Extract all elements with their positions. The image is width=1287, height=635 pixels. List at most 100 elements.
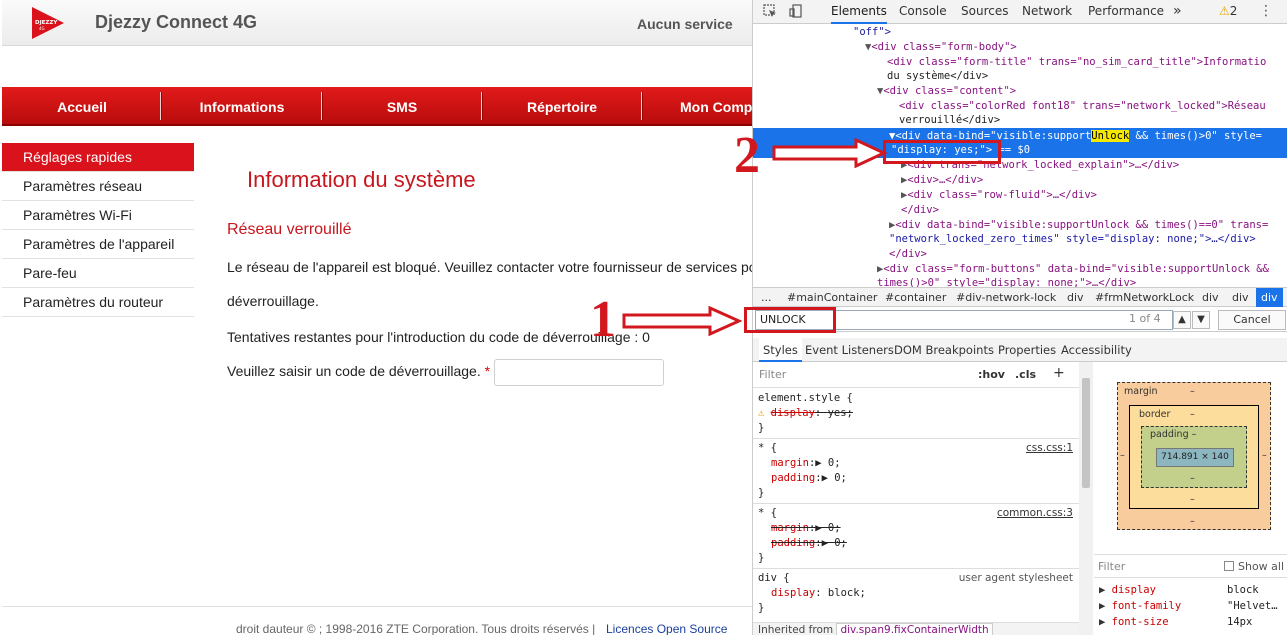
service-status: Aucun service [637, 16, 733, 32]
dom-line[interactable]: </div> [889, 247, 927, 262]
sidebar-subtabs: Styles Event Listeners DOM Breakpoints P… [753, 338, 1287, 362]
devtools-tabbar: Elements Console Sources Network Perform… [753, 0, 1287, 24]
dom-line[interactable]: <div class="colorRed font18" trans="netw… [899, 99, 1266, 114]
sidebar-item-parametres-wifi[interactable]: Paramètres Wi-Fi [2, 201, 194, 230]
nav-accueil[interactable]: Accueil [2, 87, 162, 126]
sidebar-item-pare-feu[interactable]: Pare-feu [2, 259, 194, 288]
unlock-code-input[interactable] [494, 359, 664, 386]
tab-performance[interactable]: Performance [1088, 0, 1164, 24]
rule-close: } [758, 422, 765, 434]
breadcrumb-item[interactable]: ... [761, 288, 772, 307]
unlock-code-label-text: Veuillez saisir un code de déverrouillag… [227, 363, 481, 379]
styles-scrollbar[interactable] [1079, 362, 1093, 635]
border-top-value: – [1190, 409, 1195, 420]
inherited-class-link[interactable]: div.span9.fixContainerWidth [836, 623, 993, 635]
dom-line[interactable]: <div class="form-title" trans="no_sim_ca… [887, 55, 1266, 70]
dom-line: "off"> [853, 26, 891, 38]
app-title: Djezzy Connect 4G [95, 12, 258, 32]
class-toggle[interactable]: .cls [1015, 368, 1036, 381]
annotation-arrow-2 [772, 138, 888, 168]
search-prev-button[interactable]: ▲ [1173, 311, 1191, 329]
breadcrumb-item-current[interactable]: div [1256, 288, 1283, 307]
rule-declaration[interactable]: display: block; [771, 586, 866, 601]
new-rule-button[interactable]: + [1053, 365, 1065, 381]
device-toolbar-icon[interactable] [789, 4, 803, 18]
subtab-styles[interactable]: Styles [759, 338, 802, 362]
dom-line[interactable]: </div> [901, 203, 939, 218]
page-title: Information du système [247, 167, 476, 192]
breadcrumb-item[interactable]: #div-network-lock [956, 288, 1056, 307]
rule-declaration[interactable]: padding:▶ 0; [771, 471, 847, 486]
show-all-checkbox[interactable]: Show all [1224, 560, 1284, 573]
tab-elements[interactable]: Elements [831, 0, 887, 24]
breadcrumb-item[interactable]: #frmNetworkLock [1095, 288, 1194, 307]
padding-bottom-value: – [1190, 473, 1195, 484]
rule-declaration[interactable]: margin:▶ 0; [771, 456, 841, 471]
rule-selector: div { [758, 572, 790, 584]
breadcrumb-item[interactable]: #mainContainer [787, 288, 877, 307]
nav-informations[interactable]: Informations [162, 87, 322, 126]
styles-filter-input[interactable]: Filter [759, 368, 786, 381]
dom-line[interactable]: "network_locked_zero_times" style="displ… [889, 232, 1256, 247]
rule-source-link[interactable]: css.css:1 [1026, 441, 1073, 456]
dom-line[interactable]: times()>0" style="display: none;">…</div… [877, 276, 1136, 287]
required-mark: * [484, 363, 491, 379]
tab-network[interactable]: Network [1022, 0, 1072, 24]
breadcrumb-item[interactable]: div [1202, 288, 1219, 307]
dom-line[interactable]: ▶<div class="row-fluid">…</div> [901, 188, 1097, 203]
dom-line[interactable]: ▶<div>…</div> [901, 173, 983, 188]
dom-line[interactable]: ▼<div class="content"> [877, 84, 1016, 99]
sidebar-item-reglages-rapides[interactable]: Réglages rapides [2, 143, 194, 172]
sidebar-item-parametres-reseau[interactable]: Paramètres réseau [2, 172, 194, 201]
computed-property[interactable]: ▶ font-family "Helvet… [1099, 600, 1278, 612]
unlock-code-label: Veuillez saisir un code de déverrouillag… [227, 363, 490, 379]
computed-property[interactable]: ▶ font-size 14px [1099, 616, 1252, 628]
svg-text:4G: 4G [39, 26, 45, 31]
inspect-element-icon[interactable] [763, 4, 777, 18]
subtab-dom-breakpoints[interactable]: DOM Breakpoints [894, 338, 994, 362]
kebab-icon[interactable]: ⋮ [1259, 0, 1273, 24]
computed-filter-input[interactable]: Filter [1098, 560, 1125, 573]
hover-state-toggle[interactable]: :hov [978, 368, 1005, 381]
nav-repertoire[interactable]: Répertoire [482, 87, 642, 126]
nav-mon-compte[interactable]: Mon Comp [680, 87, 752, 126]
warnings-indicator[interactable]: ⚠2 [1219, 0, 1237, 24]
rule-close: } [758, 602, 765, 614]
rule-declaration[interactable]: margin:▶ 0; [771, 521, 841, 536]
search-cancel-button[interactable]: Cancel [1218, 310, 1286, 330]
rule-close: } [758, 552, 765, 564]
rule-divider [753, 568, 1079, 569]
styles-pane: Filter :hov .cls + element.style { ⚠ dis… [753, 362, 1093, 635]
subtab-accessibility[interactable]: Accessibility [1061, 338, 1132, 362]
tab-overflow[interactable]: » [1173, 0, 1182, 24]
breadcrumb-item[interactable]: div [1067, 288, 1084, 307]
search-match-count: 1 of 4 [1129, 312, 1161, 325]
tab-console[interactable]: Console [899, 0, 947, 24]
dom-line[interactable]: ▶<div data-bind="visible:supportUnlock &… [889, 218, 1268, 233]
sidebar-item-parametres-appareil[interactable]: Paramètres de l'appareil [2, 230, 194, 259]
box-model-padding: padding – – 714.891 × 140 [1141, 426, 1247, 488]
inherited-from-row: Inherited from div.span9.fixContainerWid… [753, 622, 1079, 635]
box-model-pane: margin – – – – border – – padding – – 71… [1094, 362, 1287, 635]
rule-declaration[interactable]: ⚠ display: yes; [758, 406, 853, 421]
open-source-link[interactable]: Licences Open Source [606, 622, 727, 635]
computed-property[interactable]: ▶ display block [1099, 584, 1259, 596]
dom-line[interactable]: ▼<div class="form-body"> [865, 40, 1017, 55]
dom-line[interactable]: du système</div> [887, 69, 988, 84]
dom-line[interactable]: ▶<div class="form-buttons" data-bind="vi… [877, 262, 1269, 277]
dom-line[interactable]: verrouillé</div> [899, 113, 1000, 128]
subtab-event-listeners[interactable]: Event Listeners [805, 338, 894, 362]
tab-sources[interactable]: Sources [961, 0, 1008, 24]
sidebar-item-parametres-routeur[interactable]: Paramètres du routeur [2, 288, 194, 317]
margin-label: margin [1124, 386, 1158, 397]
rule-selector: * { [758, 507, 777, 519]
breadcrumb-item[interactable]: div [1232, 288, 1249, 307]
rule-source-link[interactable]: common.css:3 [997, 506, 1073, 521]
breadcrumb-item[interactable]: #container [885, 288, 946, 307]
rule-declaration[interactable]: padding:▶ 0; [771, 536, 847, 551]
subtab-properties[interactable]: Properties [998, 338, 1056, 362]
lock-message-continued: déverrouillage. [227, 293, 319, 309]
nav-sms[interactable]: SMS [322, 87, 482, 126]
scrollbar-thumb[interactable] [1082, 378, 1090, 488]
search-next-button[interactable]: ▼ [1192, 311, 1210, 329]
